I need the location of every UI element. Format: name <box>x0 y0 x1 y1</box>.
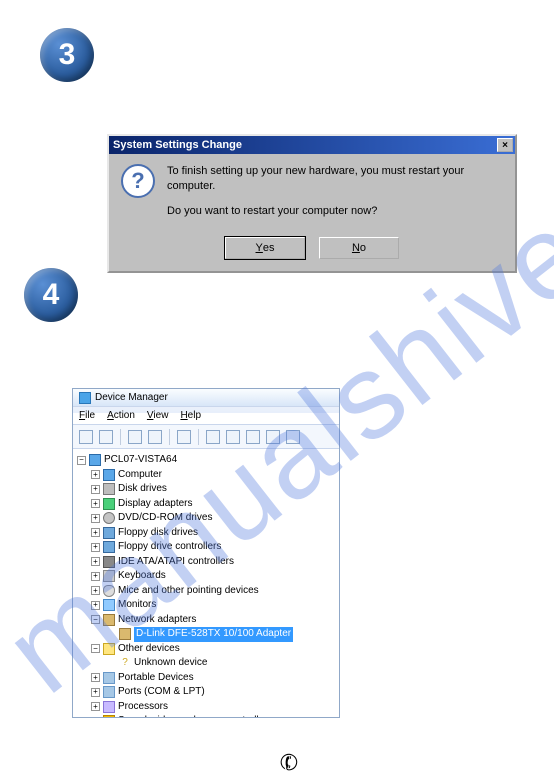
toolbar-disable-icon[interactable] <box>246 430 260 444</box>
expander-plus-icon[interactable]: + <box>91 470 100 479</box>
computer-icon <box>103 469 115 481</box>
devmgr-title: Device Manager <box>95 392 168 403</box>
computer-icon <box>89 454 101 466</box>
mouse-icon <box>103 585 115 597</box>
toolbar-separator <box>169 429 170 445</box>
tree-node-portable[interactable]: +Portable Devices <box>77 671 335 686</box>
tree-node-mice[interactable]: +Mice and other pointing devices <box>77 584 335 599</box>
port-icon <box>103 686 115 698</box>
close-icon[interactable]: × <box>497 138 513 152</box>
dialog-line-2: Do you want to restart your computer now… <box>167 204 503 219</box>
disk-icon <box>103 483 115 495</box>
toolbar-update-icon[interactable] <box>286 430 300 444</box>
menu-file[interactable]: File <box>79 410 95 421</box>
toolbar-separator <box>198 429 199 445</box>
tree-node-floppyctrl[interactable]: +Floppy drive controllers <box>77 540 335 555</box>
expander-plus-icon[interactable]: + <box>91 572 100 581</box>
phone-icon: ✆ <box>276 748 302 779</box>
devmgr-toolbar <box>73 425 339 449</box>
expander-plus-icon[interactable]: + <box>91 485 100 494</box>
floppy-icon <box>103 541 115 553</box>
expander-minus-icon[interactable]: − <box>91 615 100 624</box>
expander-plus-icon[interactable]: + <box>91 673 100 682</box>
tree-root[interactable]: − PCL07-VISTA64 <box>77 453 335 468</box>
tree-node-monitors[interactable]: +Monitors <box>77 598 335 613</box>
tree-node-computer[interactable]: +Computer <box>77 468 335 483</box>
dialog-line-1: To finish setting up your new hardware, … <box>167 164 503 194</box>
device-manager-window: Device Manager File Action View Help − P… <box>72 388 340 718</box>
tree-node-sound[interactable]: +Sound, video and game controllers <box>77 714 335 717</box>
no-button[interactable]: No <box>319 237 399 259</box>
tree-node-other[interactable]: −Other devices <box>77 642 335 657</box>
tree-node-keyboards[interactable]: +Keyboards <box>77 569 335 584</box>
other-icon <box>103 643 115 655</box>
tree-node-adapter[interactable]: D-Link DFE-528TX 10/100 Adapter <box>77 627 335 642</box>
root-label: PCL07-VISTA64 <box>104 453 177 468</box>
network-icon <box>103 614 115 626</box>
question-icon: ? <box>121 164 155 198</box>
menu-view[interactable]: View <box>147 410 169 421</box>
monitor-icon <box>103 599 115 611</box>
tree-node-unknown[interactable]: ?Unknown device <box>77 656 335 671</box>
expander-minus-icon[interactable]: − <box>77 456 86 465</box>
step-badge-3: 3 <box>40 28 94 82</box>
expander-plus-icon[interactable]: + <box>91 688 100 697</box>
expander-plus-icon[interactable]: + <box>91 702 100 711</box>
step-badge-4: 4 <box>24 268 78 322</box>
dialog-body: ? To finish setting up your new hardware… <box>109 154 515 233</box>
expander-plus-icon[interactable]: + <box>91 543 100 552</box>
toolbar-forward-icon[interactable] <box>99 430 113 444</box>
toolbar-separator <box>120 429 121 445</box>
expander-plus-icon[interactable]: + <box>91 601 100 610</box>
toolbar-uninstall-icon[interactable] <box>266 430 280 444</box>
ide-icon <box>103 556 115 568</box>
devmgr-titlebar: Device Manager <box>73 389 339 407</box>
devmgr-menubar: File Action View Help <box>73 407 339 425</box>
menu-help[interactable]: Help <box>180 410 201 421</box>
expander-plus-icon[interactable]: + <box>91 514 100 523</box>
toolbar-back-icon[interactable] <box>79 430 93 444</box>
tree-node-disk[interactable]: +Disk drives <box>77 482 335 497</box>
portable-icon <box>103 672 115 684</box>
toolbar-help-icon[interactable] <box>177 430 191 444</box>
toolbar-scan-icon[interactable] <box>206 430 220 444</box>
dialog-titlebar: System Settings Change × <box>109 136 515 154</box>
cpu-icon <box>103 701 115 713</box>
expander-plus-icon[interactable]: + <box>91 586 100 595</box>
dialog-button-row: Yes No <box>109 233 515 271</box>
keyboard-icon <box>103 570 115 582</box>
tree-node-ports[interactable]: +Ports (COM & LPT) <box>77 685 335 700</box>
network-adapter-icon <box>119 628 131 640</box>
tree-node-dvd[interactable]: +DVD/CD-ROM drives <box>77 511 335 526</box>
expander-minus-icon[interactable]: − <box>91 644 100 653</box>
selected-adapter: D-Link DFE-528TX 10/100 Adapter <box>134 627 293 642</box>
system-settings-dialog: System Settings Change × ? To finish set… <box>107 134 517 273</box>
devmgr-app-icon <box>79 392 91 404</box>
dialog-message: To finish setting up your new hardware, … <box>167 164 503 229</box>
expander-plus-icon[interactable]: + <box>91 499 100 508</box>
toolbar-enable-icon[interactable] <box>226 430 240 444</box>
expander-plus-icon[interactable]: + <box>91 528 100 537</box>
toolbar-properties-icon[interactable] <box>148 430 162 444</box>
tree-node-floppydisk[interactable]: +Floppy disk drives <box>77 526 335 541</box>
dialog-title: System Settings Change <box>111 139 497 151</box>
unknown-icon: ? <box>119 657 131 669</box>
tree-node-processors[interactable]: +Processors <box>77 700 335 715</box>
menu-action[interactable]: Action <box>107 410 135 421</box>
expander-plus-icon[interactable]: + <box>91 557 100 566</box>
sound-icon <box>103 715 115 717</box>
tree-node-ide[interactable]: +IDE ATA/ATAPI controllers <box>77 555 335 570</box>
display-icon <box>103 498 115 510</box>
tree-node-network[interactable]: −Network adapters <box>77 613 335 628</box>
yes-button[interactable]: Yes <box>225 237 305 259</box>
tree-node-display[interactable]: +Display adapters <box>77 497 335 512</box>
floppy-icon <box>103 527 115 539</box>
dvd-icon <box>103 512 115 524</box>
toolbar-view-icon[interactable] <box>128 430 142 444</box>
device-tree: − PCL07-VISTA64 +Computer +Disk drives +… <box>73 449 339 717</box>
